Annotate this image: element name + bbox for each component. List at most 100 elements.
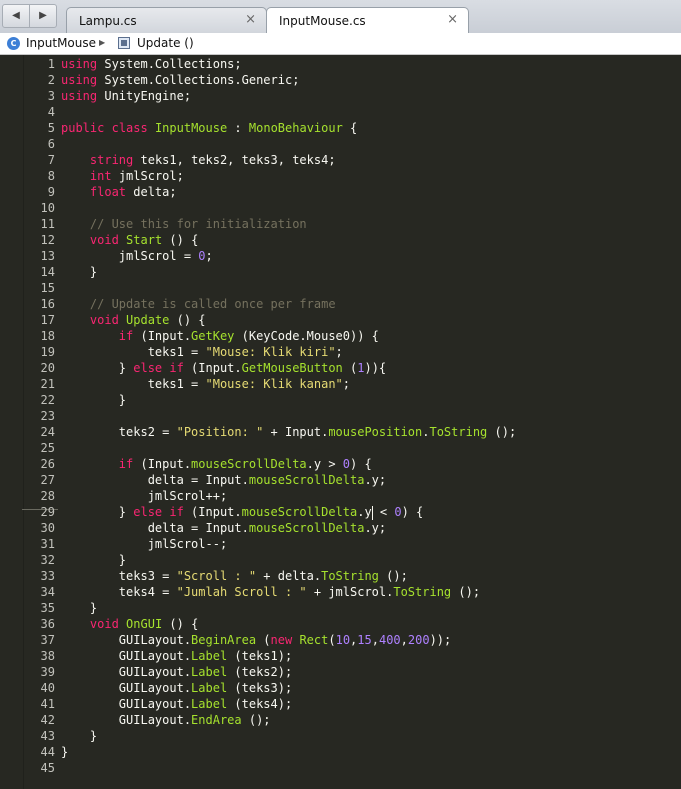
code-line[interactable]: 37 GUILayout.BeginArea (new Rect(10,15,4… [0, 632, 681, 648]
code-line[interactable]: 36 void OnGUI () { [0, 616, 681, 632]
code-text: // Use this for initialization [61, 216, 307, 232]
code-line[interactable]: 25 [0, 440, 681, 456]
code-line[interactable]: 2 using System.Collections.Generic; [0, 72, 681, 88]
code-token: } [61, 729, 98, 743]
code-token: 15 [357, 633, 372, 647]
code-token: GetMouseButton [241, 361, 343, 375]
code-token: else if [133, 505, 184, 519]
code-line[interactable]: 32 } [0, 552, 681, 568]
code-line[interactable]: 12 void Start () { [0, 232, 681, 248]
code-token: (); [451, 585, 481, 599]
code-token: if [118, 329, 134, 343]
code-token: (teks1); [227, 649, 293, 663]
code-line[interactable]: 45 [0, 760, 681, 776]
forward-arrow-icon[interactable]: ▶ [29, 4, 57, 28]
code-line[interactable]: 6 [0, 136, 681, 152]
code-token: GUILayout. [61, 665, 192, 679]
line-number: 44 [40, 745, 55, 759]
code-token: float [89, 185, 127, 199]
code-line[interactable]: 40 GUILayout.Label (teks3); [0, 680, 681, 696]
code-line[interactable]: 41 GUILayout.Label (teks4); [0, 696, 681, 712]
back-arrow-icon[interactable]: ◀ [2, 4, 30, 28]
code-token: , [400, 633, 408, 647]
tab-inputmouse-cs[interactable]: InputMouse.cs × [266, 7, 469, 34]
code-line[interactable]: 14 } [0, 264, 681, 280]
code-line[interactable]: 7 string teks1, teks2, teks3, teks4; [0, 152, 681, 168]
code-line[interactable]: 1 using System.Collections; [0, 56, 681, 72]
code-line[interactable]: 21 teks1 = "Mouse: Klik kanan"; [0, 376, 681, 392]
code-line[interactable]: 17 void Update () { [0, 312, 681, 328]
code-line[interactable]: 9 float delta; [0, 184, 681, 200]
breadcrumb-class[interactable]: InputMouse [26, 36, 96, 50]
code-line[interactable]: 13 jmlScrol = 0; [0, 248, 681, 264]
code-token: 10 [335, 633, 351, 647]
code-token: MonoBehaviour [248, 121, 343, 135]
close-icon[interactable]: × [447, 12, 458, 27]
code-line[interactable]: 43 } [0, 728, 681, 744]
code-line[interactable]: 33 teks3 = "Scroll : " + delta.ToString … [0, 568, 681, 584]
code-line[interactable]: 4 [0, 104, 681, 120]
close-icon[interactable]: × [245, 12, 256, 27]
code-line[interactable]: 26 if (Input.mouseScrollDelta.y > 0) { [0, 456, 681, 472]
code-token: int [89, 169, 112, 183]
code-token: } [61, 553, 127, 567]
code-token: teks1 = [61, 345, 206, 359]
code-text: float delta; [61, 184, 177, 200]
code-line[interactable]: 23 [0, 408, 681, 424]
line-number: 38 [40, 649, 55, 663]
code-text: jmlScrol++; [61, 488, 227, 504]
code-line[interactable]: 5 public class InputMouse : MonoBehaviour… [0, 120, 681, 136]
code-token: teks1, teks2, teks3, teks4; [133, 153, 336, 167]
line-number: 42 [40, 713, 55, 727]
code-line[interactable]: 38 GUILayout.Label (teks1); [0, 648, 681, 664]
code-token: () { [162, 617, 199, 631]
code-token: ( [328, 633, 336, 647]
code-line[interactable]: 10 [0, 200, 681, 216]
code-line[interactable]: 42 GUILayout.EndArea (); [0, 712, 681, 728]
code-line[interactable]: 8 int jmlScrol; [0, 168, 681, 184]
code-line[interactable]: 24 teks2 = "Position: " + Input.mousePos… [0, 424, 681, 440]
tab-lampu-cs[interactable]: Lampu.cs × [66, 7, 267, 33]
code-line[interactable]: 29 } else if (Input.mouseScrollDelta.y <… [0, 504, 681, 520]
code-token: (Input. [183, 505, 242, 519]
code-line[interactable]: 11 // Use this for initialization [0, 216, 681, 232]
code-line[interactable]: 30 delta = Input.mouseScrollDelta.y; [0, 520, 681, 536]
code-line[interactable]: 39 GUILayout.Label (teks2); [0, 664, 681, 680]
line-number: 1 [47, 57, 55, 71]
code-token: GUILayout. [61, 681, 192, 695]
code-token: jmlScrol--; [61, 537, 228, 551]
code-token: ; [342, 377, 351, 391]
code-line[interactable]: 15 [0, 280, 681, 296]
code-line[interactable]: 22 } [0, 392, 681, 408]
code-line[interactable]: 28 jmlScrol++; [0, 488, 681, 504]
line-number: 21 [40, 377, 55, 391]
code-token: (KeyCode.Mouse0)) { [234, 329, 379, 343]
code-token: < [372, 505, 395, 519]
code-line[interactable]: 31 jmlScrol--; [0, 536, 681, 552]
code-text: jmlScrol--; [61, 536, 227, 552]
code-line[interactable]: 16 // Update is called once per frame [0, 296, 681, 312]
code-line[interactable]: 20 } else if (Input.GetMouseButton (1)){ [0, 360, 681, 376]
code-line[interactable]: 27 delta = Input.mouseScrollDelta.y; [0, 472, 681, 488]
code-token: Label [191, 681, 228, 695]
breadcrumb-method[interactable]: Update () [137, 36, 194, 50]
code-token: (Input. [133, 329, 192, 343]
code-line[interactable]: 44} [0, 744, 681, 760]
code-token: 0 [342, 457, 350, 471]
code-line[interactable]: 34 teks4 = "Jumlah Scroll : " + jmlScrol… [0, 584, 681, 600]
code-line[interactable]: 3 using UnityEngine; [0, 88, 681, 104]
code-line[interactable]: 18 if (Input.GetKey (KeyCode.Mouse0)) { [0, 328, 681, 344]
method-icon [118, 37, 130, 49]
code-editor[interactable]: 1 using System.Collections; 2 using System.… [0, 55, 681, 789]
code-token: BeginArea [191, 633, 257, 647]
code-line[interactable]: 19 teks1 = "Mouse: Klik kiri"; [0, 344, 681, 360]
code-text: teks2 = "Position: " + Input.mousePositi… [61, 424, 516, 440]
line-number: 24 [40, 425, 55, 439]
code-token: mouseScrollDelta [248, 473, 365, 487]
code-text: using System.Collections; [61, 56, 242, 72]
code-token: ) { [401, 505, 424, 519]
code-line[interactable]: 35 } [0, 600, 681, 616]
